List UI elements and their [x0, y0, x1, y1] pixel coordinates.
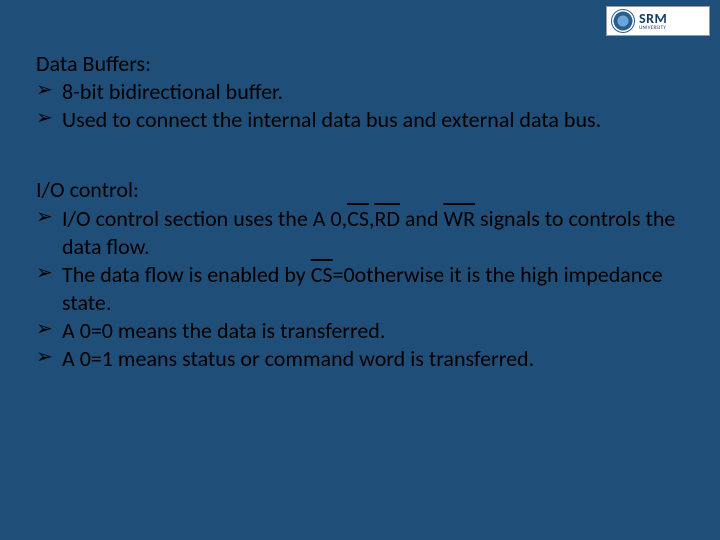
logo-text: SRM UNIVERSITY — [639, 12, 667, 31]
logo-seal-icon — [611, 9, 635, 33]
list-item: 8-bit bidirectional buffer. — [36, 78, 690, 106]
text-fragment: and — [400, 205, 444, 232]
text-fragment: I/O control section uses the A 0, — [62, 205, 347, 232]
text-fragment: The data flow is enabled by — [62, 261, 311, 288]
list-item: Used to connect the internal data bus an… — [36, 106, 690, 134]
section1-list: 8-bit bidirectional buffer. Used to conn… — [36, 78, 690, 134]
list-item-text: Used to connect the internal data bus an… — [62, 106, 601, 133]
section2-list: I/O control section uses the A 0,CS,RD a… — [36, 205, 690, 374]
slide-content: Data Buffers: 8-bit bidirectional buffer… — [36, 50, 690, 374]
list-item-text: A 0=1 means status or command word is tr… — [62, 345, 534, 372]
list-item-text: 8-bit bidirectional buffer. — [62, 78, 283, 105]
logo-sub-text: UNIVERSITY — [639, 26, 667, 31]
list-item: A 0=1 means status or command word is tr… — [36, 345, 690, 373]
list-item: The data flow is enabled by CS=0otherwis… — [36, 261, 690, 317]
overline-cs: CS — [311, 261, 333, 288]
list-item: I/O control section uses the A 0,CS,RD a… — [36, 205, 690, 261]
list-item: A 0=0 means the data is transferred. — [36, 317, 690, 345]
section2-heading: I/O control: — [36, 176, 690, 204]
overline-cs: CS — [347, 205, 369, 232]
overline-rd: RD — [374, 205, 399, 232]
logo-main-text: SRM — [639, 12, 667, 26]
list-item-text: A 0=0 means the data is transferred. — [62, 317, 385, 344]
overline-wr: WR — [444, 205, 476, 232]
brand-logo: SRM UNIVERSITY — [606, 6, 710, 36]
section1-heading: Data Buffers: — [36, 50, 690, 78]
